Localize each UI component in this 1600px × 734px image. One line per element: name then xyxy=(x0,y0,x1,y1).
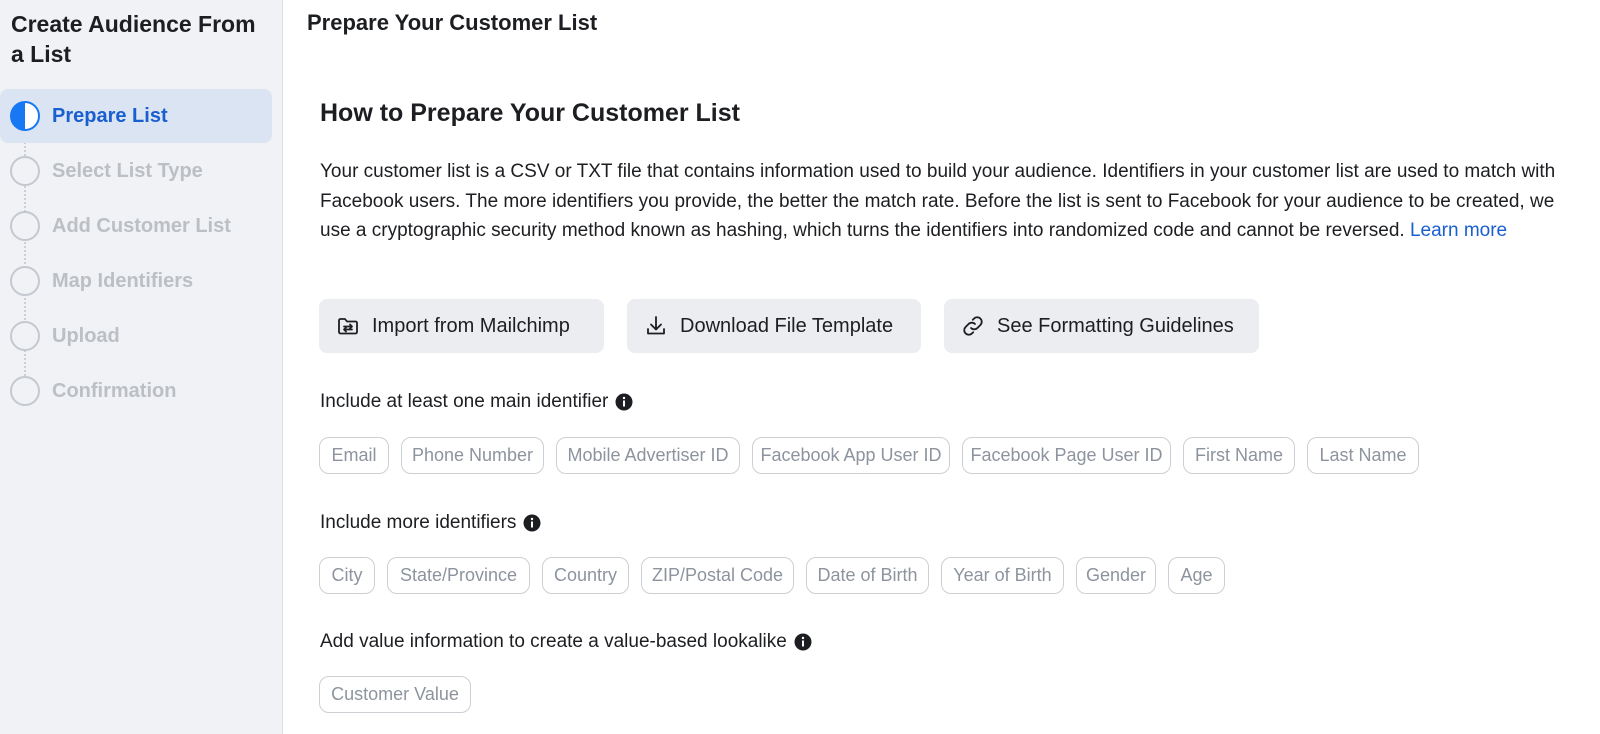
identifier-chip: Phone Number xyxy=(401,437,544,474)
step-select-list-type[interactable]: Select List Type xyxy=(0,144,272,198)
button-label: See Formatting Guidelines xyxy=(997,314,1234,337)
step-label: Select List Type xyxy=(52,159,203,182)
group-label-text: Add value information to create a value-… xyxy=(320,631,787,652)
info-icon[interactable] xyxy=(523,514,541,532)
step-label: Map Identifiers xyxy=(52,269,194,292)
info-icon[interactable] xyxy=(615,393,633,411)
sidebar-title: Create Audience From a List xyxy=(11,11,256,67)
learn-more-link[interactable]: Learn more xyxy=(1410,220,1507,241)
main-panel: Prepare Your Customer List How to Prepar… xyxy=(284,0,1600,734)
empty-circle-icon xyxy=(10,211,40,241)
identifier-chip: Last Name xyxy=(1307,437,1419,474)
link-icon xyxy=(961,314,985,338)
identifier-chip: City xyxy=(319,557,375,594)
empty-circle-icon xyxy=(10,156,40,186)
value-information-label: Add value information to create a value-… xyxy=(320,631,812,653)
step-label: Upload xyxy=(52,324,120,347)
identifier-chip: Age xyxy=(1168,557,1225,594)
step-upload[interactable]: Upload xyxy=(0,309,272,363)
download-icon xyxy=(644,314,668,338)
empty-circle-icon xyxy=(10,376,40,406)
step-label: Prepare List xyxy=(52,104,168,127)
folder-import-icon xyxy=(336,314,360,338)
step-confirmation[interactable]: Confirmation xyxy=(0,364,272,418)
more-identifiers-label: Include more identifiers xyxy=(320,512,541,534)
identifier-chip: Country xyxy=(542,557,629,594)
main-identifier-label: Include at least one main identifier xyxy=(320,391,633,413)
identifier-chip: ZIP/Postal Code xyxy=(641,557,794,594)
description-text: Your customer list is a CSV or TXT file … xyxy=(320,157,1590,246)
import-from-mailchimp-button[interactable]: Import from Mailchimp xyxy=(319,299,604,353)
identifier-chip: First Name xyxy=(1183,437,1295,474)
identifier-chip: Gender xyxy=(1076,557,1156,594)
see-formatting-guidelines-button[interactable]: See Formatting Guidelines xyxy=(944,299,1259,353)
empty-circle-icon xyxy=(10,266,40,296)
identifier-chip: Facebook Page User ID xyxy=(962,437,1171,474)
app-window: Create Audience From a List Prepare List… xyxy=(0,0,1600,734)
identifier-chip: Year of Birth xyxy=(941,557,1064,594)
description-body: Your customer list is a CSV or TXT file … xyxy=(320,161,1556,241)
identifier-chip: Date of Birth xyxy=(806,557,929,594)
page-title: Prepare Your Customer List xyxy=(307,10,598,35)
identifier-chip: Customer Value xyxy=(319,676,471,713)
section-heading: How to Prepare Your Customer List xyxy=(320,99,740,127)
button-label: Import from Mailchimp xyxy=(372,314,570,337)
download-file-template-button[interactable]: Download File Template xyxy=(627,299,921,353)
group-label-text: Include more identifiers xyxy=(320,512,517,533)
step-label: Confirmation xyxy=(52,379,177,402)
identifier-chip: State/Province xyxy=(387,557,530,594)
empty-circle-icon xyxy=(10,321,40,351)
step-prepare-list[interactable]: Prepare List xyxy=(0,89,272,143)
identifier-chip: Mobile Advertiser ID xyxy=(556,437,740,474)
group-label-text: Include at least one main identifier xyxy=(320,391,609,412)
info-icon[interactable] xyxy=(794,633,812,651)
sidebar: Create Audience From a List Prepare List… xyxy=(0,0,283,734)
identifier-chip: Email xyxy=(319,437,389,474)
step-label: Add Customer List xyxy=(52,214,231,237)
step-add-customer-list[interactable]: Add Customer List xyxy=(0,199,272,253)
half-filled-circle-icon xyxy=(10,101,40,131)
identifier-chip: Facebook App User ID xyxy=(752,437,950,474)
step-map-identifiers[interactable]: Map Identifiers xyxy=(0,254,272,308)
button-label: Download File Template xyxy=(680,314,894,337)
